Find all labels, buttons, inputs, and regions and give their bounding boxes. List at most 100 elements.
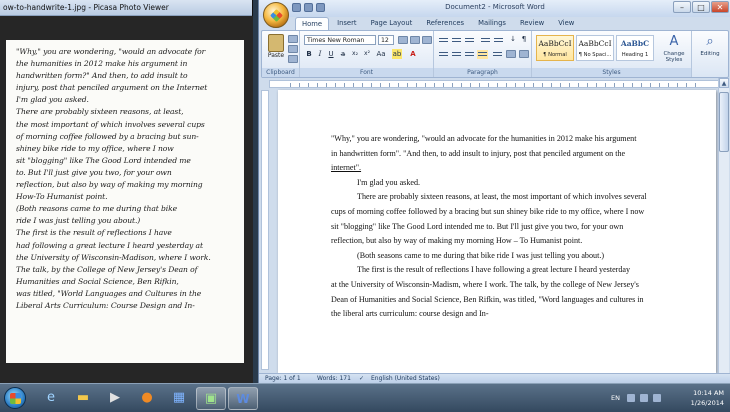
windows-logo-icon [10, 393, 21, 404]
copy-icon[interactable] [288, 45, 298, 53]
line-spacing-icon[interactable] [492, 50, 503, 59]
grow-font-icon[interactable] [398, 36, 408, 44]
scroll-up-arrow-icon[interactable]: ▲ [719, 78, 729, 88]
minimize-button[interactable]: – [673, 1, 691, 13]
editing-group: ⌕ Editing [692, 31, 728, 77]
shrink-font-icon[interactable] [410, 36, 420, 44]
font-size-select[interactable]: 12 [378, 35, 394, 45]
file-explorer-icon[interactable]: ▬ [68, 387, 98, 410]
style-no-spacing[interactable]: AaBbCcI ¶ No Spaci... [576, 35, 614, 61]
change-styles-button[interactable]: A Change Styles [658, 33, 690, 63]
style-name: ¶ Normal [543, 52, 567, 58]
handwriting-line: of morning coffee followed by a bracing … [16, 131, 199, 141]
network-icon[interactable] [640, 394, 648, 402]
window-controls: – □ ✕ [673, 1, 729, 13]
align-right-icon[interactable] [464, 50, 475, 59]
paragraph-group-label: Paragraph [434, 68, 531, 77]
tab-view[interactable]: View [552, 17, 580, 31]
borders-icon[interactable] [519, 50, 529, 58]
scroll-thumb[interactable] [719, 92, 729, 152]
start-button[interactable] [4, 387, 26, 409]
tab-review[interactable]: Review [514, 17, 550, 31]
show-marks-icon[interactable]: ¶ [519, 34, 529, 44]
page-count[interactable]: Page: 1 of 1 [265, 374, 301, 383]
justify-icon[interactable] [477, 50, 488, 59]
word-title: Document2 - Microsoft Word [445, 3, 545, 11]
media-player-icon[interactable]: ▶ [100, 387, 130, 410]
quick-access-toolbar [292, 3, 325, 13]
undo-icon[interactable] [304, 3, 313, 12]
word-window: Document2 - Microsoft Word – □ ✕ Home In… [258, 0, 730, 383]
shading-icon[interactable] [506, 50, 516, 58]
doc-line: internet". [331, 163, 362, 173]
redo-icon[interactable] [316, 3, 325, 12]
clipboard-group: Paste Clipboard [262, 31, 300, 77]
paste-button[interactable]: Paste [266, 34, 286, 59]
style-name: Heading 1 [621, 52, 649, 58]
language-indicator[interactable]: English (United States) [371, 374, 440, 383]
align-left-icon[interactable] [438, 50, 449, 59]
firefox-icon[interactable]: ● [132, 387, 162, 410]
style-preview: AaBbC [620, 39, 650, 48]
clipboard-group-label: Clipboard [262, 68, 299, 77]
superscript-button[interactable]: x² [362, 49, 372, 59]
horizontal-ruler[interactable] [269, 80, 719, 88]
tab-references[interactable]: References [420, 17, 470, 31]
office-button[interactable] [263, 2, 289, 28]
tab-page-layout[interactable]: Page Layout [365, 17, 419, 31]
sort-icon[interactable]: ↓ [508, 34, 518, 44]
handwriting-line: How-To Humanist point. [16, 192, 108, 202]
tray-expand-icon[interactable] [627, 394, 635, 402]
word-count[interactable]: Words: 171 [317, 374, 351, 383]
editing-button[interactable]: ⌕ Editing [694, 33, 726, 57]
numbering-icon[interactable] [451, 36, 462, 45]
clock[interactable]: 10:14 AM 1/26/2014 [691, 388, 724, 408]
document-page[interactable]: "Why," you are wondering, "would an advo… [278, 90, 716, 373]
document-text[interactable]: "Why," you are wondering, "would an advo… [331, 132, 691, 322]
style-heading-1[interactable]: AaBbC Heading 1 [616, 35, 654, 61]
word-task[interactable]: W [228, 387, 258, 410]
maximize-button[interactable]: □ [692, 1, 710, 13]
app-icon[interactable]: ▦ [164, 387, 194, 410]
ribbon-tabs: Home Insert Page Layout References Maili… [295, 17, 580, 31]
increase-indent-icon[interactable] [493, 36, 504, 45]
tab-insert[interactable]: Insert [331, 17, 363, 31]
close-button[interactable]: ✕ [711, 1, 729, 13]
save-icon[interactable] [292, 3, 301, 12]
picasa-viewer-task[interactable]: ▣ [196, 387, 226, 410]
clipboard-icon [268, 34, 284, 52]
decrease-indent-icon[interactable] [480, 36, 491, 45]
bullets-icon[interactable] [438, 36, 449, 45]
doc-line: (Both seasons came to me during that bik… [357, 250, 605, 260]
vertical-scrollbar[interactable]: ▲ [718, 78, 729, 373]
highlight-button[interactable]: ab [392, 49, 402, 59]
volume-icon[interactable] [653, 394, 661, 402]
input-language[interactable]: EN [611, 394, 620, 402]
photo-viewer-window: ow-to-handwrite-1.jpg - Picasa Photo Vie… [0, 0, 253, 383]
clear-format-icon[interactable] [422, 36, 432, 44]
italic-button[interactable]: I [315, 49, 325, 59]
handwriting-line: was titled, "World Languages and Culture… [16, 288, 202, 298]
doc-line: the liberal arts curriculum: course desi… [331, 309, 489, 319]
strikethrough-button[interactable]: a̶ [338, 49, 348, 59]
font-name-select[interactable]: Times New Roman [304, 35, 376, 45]
align-center-icon[interactable] [451, 50, 462, 59]
change-styles-icon: A [669, 34, 679, 49]
tab-home[interactable]: Home [295, 17, 330, 31]
subscript-button[interactable]: x₂ [350, 49, 360, 59]
bold-button[interactable]: B [304, 49, 314, 59]
multilevel-icon[interactable] [464, 36, 475, 45]
font-color-button[interactable]: A [408, 49, 418, 59]
style-normal[interactable]: AaBbCcI ¶ Normal [536, 35, 574, 61]
change-case-button[interactable]: Aa [376, 49, 386, 59]
proofing-icon[interactable]: ✓ [359, 374, 364, 383]
cut-icon[interactable] [288, 35, 298, 43]
underline-button[interactable]: U [326, 49, 336, 59]
format-painter-icon[interactable] [288, 55, 298, 63]
internet-explorer-icon[interactable]: e [36, 387, 66, 410]
clock-date: 1/26/2014 [690, 399, 724, 407]
tab-mailings[interactable]: Mailings [472, 17, 512, 31]
vertical-ruler[interactable] [261, 90, 269, 370]
taskbar: e ▬ ▶ ● ▦ ▣ W EN 10:14 AM 1/26/2014 [0, 383, 730, 412]
word-titlebar: Document2 - Microsoft Word – □ ✕ [259, 0, 730, 17]
